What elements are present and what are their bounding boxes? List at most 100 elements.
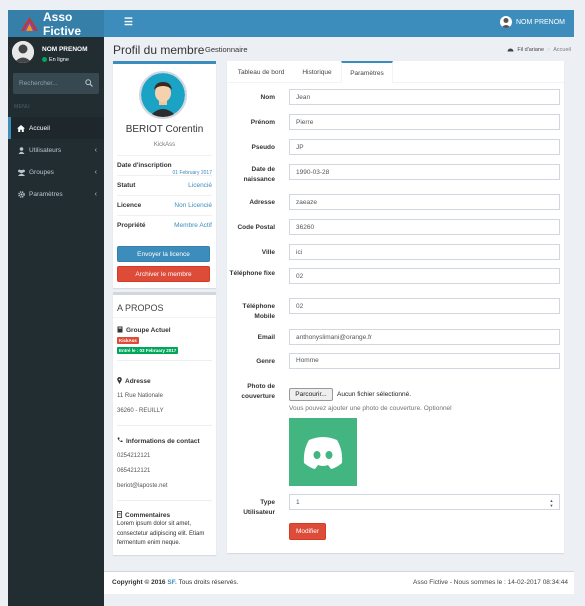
sidebar-item-groupes[interactable]: Groupes ‹ xyxy=(8,161,104,183)
user-icon xyxy=(16,146,26,154)
breadcrumb-link[interactable]: Fil d'ariane xyxy=(517,47,544,53)
field-label: Adresse xyxy=(249,199,275,206)
app-frame: Asso Fictive ☰ NOM PRENOM NOM PRENOM En … xyxy=(0,0,585,606)
menu-header: MENU xyxy=(14,104,30,110)
birthdate-field[interactable] xyxy=(289,164,560,180)
map-marker-icon xyxy=(117,377,122,386)
row-key: Propriété xyxy=(117,222,146,229)
gender-select[interactable]: Homme xyxy=(289,353,560,369)
discord-logo-icon xyxy=(303,437,343,469)
prenom-field[interactable] xyxy=(289,114,560,130)
profile-nickname: KickAss xyxy=(153,142,176,148)
field-label: Nom xyxy=(260,94,275,101)
contact-heading: Informations de contact xyxy=(117,437,200,445)
document-icon xyxy=(117,511,122,520)
row-key: Licence xyxy=(117,202,142,209)
copyright-text: Copyright © 2016 xyxy=(112,579,166,586)
sidebar-item-accueil[interactable]: Accueil xyxy=(8,117,104,139)
rights-text: Tous droits réservés. xyxy=(178,579,239,586)
browse-file-button[interactable]: Parcourir... xyxy=(289,388,333,401)
landline-field[interactable] xyxy=(289,268,560,284)
field-label: Code Postal xyxy=(237,224,275,231)
profile-card: BERIOT Corentin KickAss Date d'inscripti… xyxy=(113,61,216,288)
brand-link[interactable]: SF. xyxy=(167,579,176,586)
address-field[interactable] xyxy=(289,194,560,210)
breadcrumb: Fil d'ariane > Accueil xyxy=(507,46,571,54)
help-text: Vous pouvez ajouter une photo de couvert… xyxy=(289,405,452,412)
row-value: Licencié xyxy=(188,182,212,189)
avatar xyxy=(12,41,34,63)
app-title: Asso Fictive xyxy=(42,9,81,38)
breadcrumb-separator: > xyxy=(547,47,551,53)
heading-text: Commentaires xyxy=(125,512,171,519)
about-title: A PROPOS xyxy=(117,303,164,313)
comments-text: Lorem ipsum dolor sit amet, consectetur … xyxy=(117,521,205,546)
tab-history[interactable]: Historique xyxy=(293,61,341,83)
phone-icon xyxy=(117,437,123,445)
profile-avatar xyxy=(139,71,187,119)
search-icon[interactable] xyxy=(85,79,93,89)
breadcrumb-current: Accueil xyxy=(553,47,571,53)
users-icon xyxy=(16,169,26,176)
field-label: Date de naissance xyxy=(243,166,275,183)
send-licence-button[interactable]: Envoyer la licence xyxy=(117,246,210,262)
online-status: En ligne xyxy=(42,57,69,63)
divider xyxy=(117,425,212,426)
search-input[interactable] xyxy=(19,77,83,90)
postal-code-field[interactable] xyxy=(289,219,560,235)
user-type-field[interactable] xyxy=(289,494,560,510)
page-subtitle: Gestionnaire xyxy=(205,45,248,54)
group-date-label: Entré le : 03 February 2017 xyxy=(117,347,179,354)
heading-text: Informations de contact xyxy=(126,437,200,445)
tab-bar: Tableau de bord Historique Paramètres xyxy=(227,61,564,83)
field-label: Pseudo xyxy=(251,144,275,151)
sidebar-item-utilisateurs[interactable]: Utilisateurs ‹ xyxy=(8,139,104,161)
city-field[interactable] xyxy=(289,244,560,260)
file-status: Aucun fichier sélectionné. xyxy=(337,391,412,398)
email-field[interactable] xyxy=(289,329,560,345)
nom-field[interactable] xyxy=(289,89,560,105)
address-heading: Adresse xyxy=(117,377,151,386)
heading-text: Adresse xyxy=(125,378,151,385)
sidebar-item-parametres[interactable]: Paramètres ‹ xyxy=(8,183,104,205)
tab-settings[interactable]: Paramètres xyxy=(341,61,393,83)
user-name: NOM PRENOM xyxy=(516,18,565,26)
profile-row: Licence Non Licencié xyxy=(117,195,212,215)
sidebar-item-label: Groupes xyxy=(29,168,54,176)
user-menu[interactable]: NOM PRENOM xyxy=(500,16,565,28)
heading-text: Groupe Actuel xyxy=(126,327,171,334)
mobile-field[interactable] xyxy=(289,298,560,314)
pseudo-field[interactable] xyxy=(289,139,560,155)
number-stepper-icon[interactable]: ▲ ▼ xyxy=(548,498,555,508)
field-label: Type Utilisateur xyxy=(243,499,275,516)
user-panel: NOM PRENOM En ligne xyxy=(12,41,100,69)
chevron-left-icon: ‹ xyxy=(94,146,97,154)
field-label: Photo de couverture xyxy=(241,383,275,400)
modify-button[interactable]: Modifier xyxy=(289,523,326,540)
page-title: Profil du membre xyxy=(113,43,205,57)
chevron-left-icon: ‹ xyxy=(94,190,97,198)
app-logo[interactable]: Asso Fictive xyxy=(8,9,104,38)
sidebar-search xyxy=(13,73,99,94)
field-label: Téléphone fixe xyxy=(229,270,275,277)
divider xyxy=(117,500,212,501)
footer: Copyright © 2016 SF. Tous droits réservé… xyxy=(104,571,574,594)
top-navbar: ☰ NOM PRENOM xyxy=(104,10,574,37)
address-line: 11 Rue Nationale xyxy=(117,393,163,399)
address-line: 36260 - REUILLY xyxy=(117,408,164,414)
archive-member-button[interactable]: Archiver le membre xyxy=(117,266,210,282)
profile-row: Propriété Membre Actif xyxy=(117,215,212,235)
sidebar: NOM PRENOM En ligne MENU Accueil Utilisa… xyxy=(8,37,104,606)
dashboard-icon xyxy=(507,46,514,54)
comments-heading: Commentaires xyxy=(117,511,170,520)
tab-dashboard[interactable]: Tableau de bord xyxy=(229,61,293,83)
field-label: Email xyxy=(257,334,275,341)
about-card: A PROPOS Groupe Actuel KickAss Entré le … xyxy=(113,292,216,555)
gear-icon xyxy=(16,190,26,198)
sidebar-item-label: Accueil xyxy=(29,124,50,132)
email-address: beriot@laposte.net xyxy=(117,483,168,489)
status-label: En ligne xyxy=(49,57,69,63)
menu-toggle-icon[interactable]: ☰ xyxy=(124,17,133,28)
user-name: NOM PRENOM xyxy=(42,46,88,53)
logo-icon xyxy=(20,16,39,31)
